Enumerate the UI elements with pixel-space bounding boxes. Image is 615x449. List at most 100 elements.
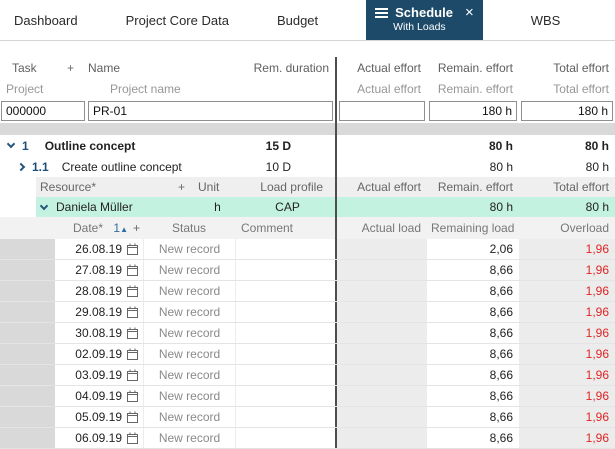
sort-ascending-icon[interactable]: 1▲ [113,221,128,235]
actual-load-cell[interactable] [337,260,427,280]
calendar-icon[interactable] [127,264,138,276]
date-cell[interactable]: 06.09.19 [55,428,143,448]
actual-load-cell[interactable] [337,428,427,448]
load-header-row: Date* 1▲ + Status Comment Actual load Re… [0,217,615,239]
gutter [0,428,55,448]
load-row: 03.09.19 New record 8,66 1,96 [0,365,615,386]
load-row: 02.09.19 New record 8,66 1,96 [0,344,615,365]
tab-sublabel: With Loads [393,21,446,33]
calendar-icon[interactable] [127,327,138,339]
calendar-icon[interactable] [127,390,138,402]
calendar-icon[interactable] [127,348,138,360]
add-task-icon[interactable]: + [67,61,74,75]
actual-load-cell[interactable] [337,281,427,301]
comment-cell[interactable] [235,407,335,427]
actual-load-cell[interactable] [337,386,427,406]
comment-cell[interactable] [235,323,335,343]
tab-project-core-data[interactable]: Project Core Data [126,0,229,40]
tab-budget[interactable]: Budget [277,0,318,40]
chevron-down-icon[interactable] [6,139,16,149]
add-resource-icon[interactable]: + [178,180,185,194]
remaining-load-cell[interactable]: 8,66 [427,386,519,406]
actual-load-cell[interactable] [337,344,427,364]
project-column-header: Project [6,82,44,96]
comment-cell[interactable] [235,281,335,301]
resource-row-daniela-mueller[interactable]: Daniela Müller h CAP 80 h 80 h [0,197,615,217]
gutter [0,217,55,239]
load-row: 06.09.19 New record 8,66 1,96 [0,428,615,449]
calendar-icon[interactable] [127,411,138,423]
status-column-header: Status [143,217,235,239]
remaining-load-cell[interactable]: 8,66 [427,302,519,322]
overload-cell: 1,96 [519,260,615,280]
status-cell: New record [143,386,235,406]
actual-load-cell[interactable] [337,239,427,259]
gutter [0,407,55,427]
task-row-1-1[interactable]: 1.1 Create outline concept 10 D 80 h 80 … [0,156,615,177]
remaining-load-cell[interactable]: 8,66 [427,323,519,343]
comment-cell[interactable] [235,365,335,385]
close-icon[interactable]: × [465,5,474,20]
unit-column-header: Unit [195,177,240,197]
project-header-row: Project Project name Actual effort Remai… [0,79,615,99]
date-cell[interactable]: 04.09.19 [55,386,143,406]
comment-cell[interactable] [235,428,335,448]
date-cell[interactable]: 03.09.19 [55,365,143,385]
resource-total-effort: 80 h [519,197,615,217]
chevron-right-icon[interactable] [16,162,26,171]
date-cell[interactable]: 26.08.19 [55,239,143,259]
remaining-load-cell[interactable]: 8,66 [427,281,519,301]
tab-schedule[interactable]: Schedule × With Loads [366,0,483,40]
calendar-icon[interactable] [127,432,138,444]
remaining-load-cell[interactable]: 2,06 [427,239,519,259]
calendar-icon[interactable] [127,243,138,255]
calendar-icon[interactable] [127,285,138,297]
gutter [0,323,55,343]
comment-cell[interactable] [235,344,335,364]
actual-load-cell[interactable] [337,365,427,385]
comment-cell[interactable] [235,239,335,259]
actual-load-cell[interactable] [337,323,427,343]
calendar-icon[interactable] [127,369,138,381]
comment-cell[interactable] [235,260,335,280]
date-cell[interactable]: 27.08.19 [55,260,143,280]
calendar-icon[interactable] [127,306,138,318]
remaining-load-cell[interactable]: 8,66 [427,344,519,364]
load-row: 30.08.19 New record 8,66 1,96 [0,323,615,344]
remain-effort-column-header: Remain. effort [437,61,513,75]
status-cell: New record [143,428,235,448]
remaining-load-cell[interactable]: 8,66 [427,407,519,427]
resource-header-row: Resource* + Unit Load profile Actual eff… [0,177,615,197]
remaining-load-cell[interactable]: 8,66 [427,365,519,385]
comment-cell[interactable] [235,302,335,322]
actual-load-cell[interactable] [337,302,427,322]
remaining-load-cell[interactable]: 8,66 [427,428,519,448]
actual-load-cell[interactable] [337,407,427,427]
status-cell: New record [143,281,235,301]
comment-cell[interactable] [235,386,335,406]
date-cell[interactable]: 28.08.19 [55,281,143,301]
menu-icon[interactable] [375,7,389,18]
date-cell[interactable]: 30.08.19 [55,323,143,343]
remaining-load-column-header: Remaining load [427,217,519,239]
project-total-effort-input[interactable] [521,101,613,121]
load-profile-column-header: Load profile [240,177,335,197]
project-actual-effort-input[interactable] [339,101,425,121]
date-cell[interactable]: 05.09.19 [55,407,143,427]
remaining-load-cell[interactable]: 8,66 [427,260,519,280]
date-cell[interactable]: 02.09.19 [55,344,143,364]
project-name-input[interactable] [88,101,333,121]
task-row-1[interactable]: 1 Outline concept 15 D 80 h 80 h [0,135,615,156]
gutter [0,365,55,385]
add-load-row-icon[interactable]: + [133,221,140,235]
tab-label: Schedule [395,5,453,20]
tab-dashboard[interactable]: Dashboard [14,0,78,40]
project-remain-effort-input[interactable] [429,101,517,121]
rem-duration-column-header: Rem. duration [253,61,329,75]
project-id-input[interactable] [1,101,85,121]
tab-wbs[interactable]: WBS [531,0,561,40]
chevron-down-icon[interactable] [39,201,49,210]
overload-cell: 1,96 [519,344,615,364]
total-effort-column-header: Total effort [553,61,609,75]
date-cell[interactable]: 29.08.19 [55,302,143,322]
